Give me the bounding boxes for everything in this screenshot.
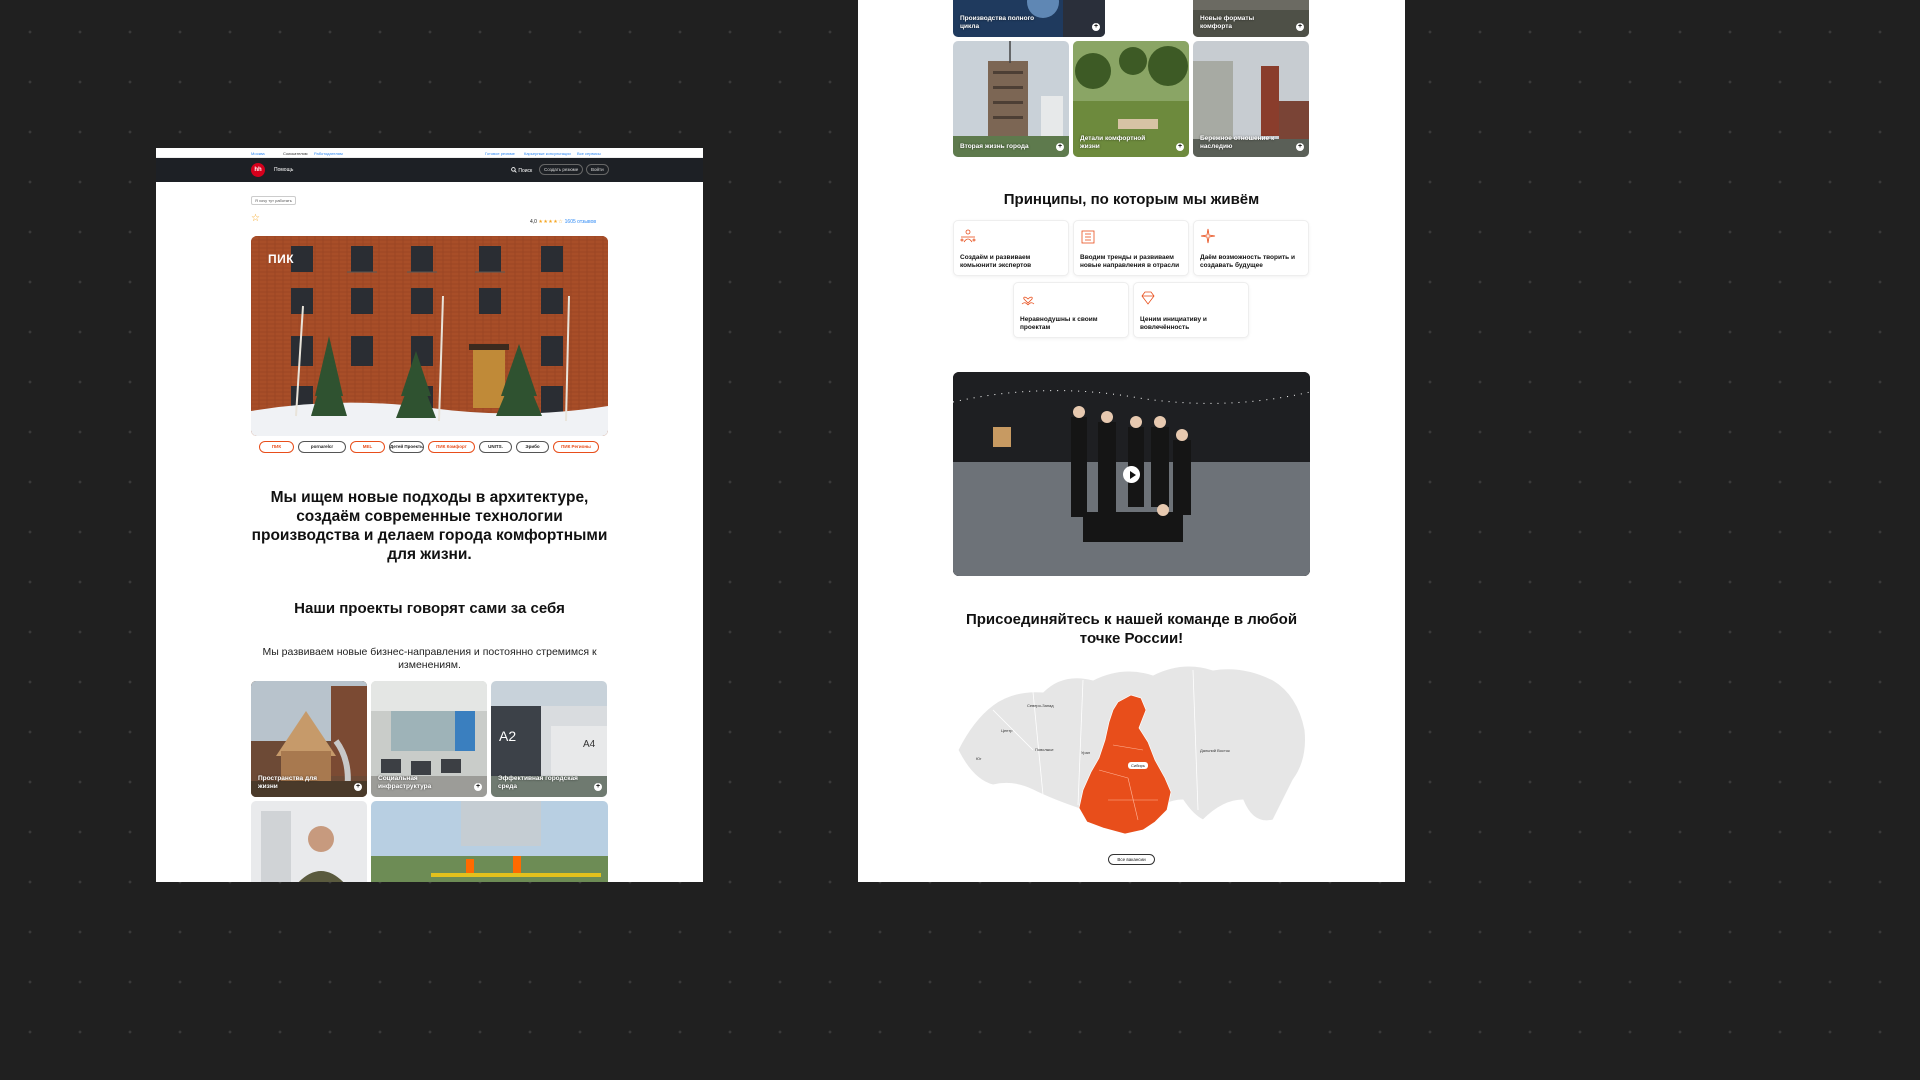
want-to-work-chip[interactable]: Я хочу тут работать bbox=[251, 196, 296, 205]
construction-workers-photo bbox=[371, 801, 608, 882]
project-card-label: Производства полного цикла bbox=[960, 15, 1035, 30]
map-region-label[interactable]: Поволжье bbox=[1035, 747, 1054, 752]
favorite-star-icon[interactable]: ☆ bbox=[251, 214, 260, 224]
principle-text: Создаём и развиваем комьюнити экспертов bbox=[960, 254, 1032, 269]
reviews-link[interactable]: 1605 отзывов bbox=[565, 219, 596, 225]
principle-text: Вводим тренды и развиваем новые направле… bbox=[1080, 254, 1180, 269]
sparkle-icon bbox=[1200, 228, 1216, 244]
project-card-label: Вторая жизнь города bbox=[960, 142, 1029, 150]
team-video[interactable] bbox=[953, 372, 1310, 576]
play-button[interactable] bbox=[1123, 466, 1140, 483]
building-icon bbox=[1081, 230, 1095, 244]
diamond-icon bbox=[1141, 291, 1155, 305]
brand-pill[interactable]: Детей Проекты bbox=[389, 441, 424, 453]
search-icon bbox=[511, 167, 517, 173]
principles-title: Принципы, по которым мы живём bbox=[1003, 191, 1260, 208]
top-bar: Москва Соискателям Работодателям Готовое… bbox=[156, 148, 703, 158]
plus-icon[interactable]: + bbox=[474, 783, 482, 791]
principle-card: Ценим инициативу и вовлечённость bbox=[1133, 282, 1249, 338]
brand-pill[interactable]: pornarelcr bbox=[298, 441, 346, 453]
login-button[interactable]: Войти bbox=[586, 164, 609, 175]
project-card-heritage[interactable]: Бережное отношение к наследию + bbox=[1193, 41, 1309, 157]
map-region-label[interactable]: Северо-Запад bbox=[1027, 703, 1054, 708]
project-card-social[interactable]: Социальная инфраструктура + bbox=[371, 681, 487, 797]
employers-link[interactable]: Работодателям bbox=[314, 151, 343, 156]
search-label: Поиск bbox=[518, 168, 533, 174]
company-page-top: Москва Соискателям Работодателям Готовое… bbox=[156, 148, 703, 882]
plus-icon[interactable]: + bbox=[1056, 143, 1064, 151]
brick-building-photo bbox=[251, 236, 608, 436]
plus-icon[interactable]: + bbox=[1092, 23, 1100, 31]
help-link[interactable]: Помощь bbox=[274, 167, 293, 173]
project-card-label: Социальная инфраструктура bbox=[378, 775, 432, 790]
project-card-urban[interactable]: A2 A4 Эффективная городская среда + bbox=[491, 681, 607, 797]
plus-icon[interactable]: + bbox=[594, 783, 602, 791]
main-navbar: hh Помощь Поиск Создать резюме Войти bbox=[156, 158, 703, 182]
map-region-label[interactable]: Урал bbox=[1081, 750, 1090, 755]
brand-pill[interactable]: UNITS. bbox=[479, 441, 512, 453]
job-seekers-link[interactable]: Соискателям bbox=[283, 151, 307, 156]
join-title: Присоединяйтесь к нашей команде в любой … bbox=[965, 611, 1298, 647]
company-rating: 4,0 ★★★★☆ 1605 отзывов bbox=[530, 219, 596, 225]
hero-image: ПИК bbox=[251, 236, 608, 436]
principle-card: Неравнодушны к своим проектам bbox=[1013, 282, 1129, 338]
project-card-details[interactable]: Детали комфортной жизни + bbox=[1073, 41, 1189, 157]
map-region-label[interactable]: Дальний Восток bbox=[1200, 748, 1230, 753]
search-button[interactable]: Поиск bbox=[511, 167, 532, 174]
people-network-icon bbox=[960, 229, 976, 243]
svg-text:A4: A4 bbox=[583, 739, 596, 750]
principle-text: Даём возможность творить и создавать буд… bbox=[1200, 254, 1295, 269]
ready-resume-link[interactable]: Готовое резюме bbox=[485, 151, 515, 156]
brand-pill[interactable]: Эрибо bbox=[516, 441, 549, 453]
map-active-region-badge[interactable]: Сибирь bbox=[1128, 762, 1148, 769]
project-card-production[interactable]: Производства полного цикла + bbox=[953, 0, 1105, 37]
project-card-construction bbox=[371, 801, 608, 882]
plus-icon[interactable]: + bbox=[1296, 23, 1304, 31]
brand-pill[interactable]: ПИК bbox=[259, 441, 294, 453]
mission-text: Мы ищем новые подходы в архитектуре, соз… bbox=[251, 489, 608, 563]
principle-text: Неравнодушны к своим проектам bbox=[1020, 316, 1098, 331]
brand-pill[interactable]: MEL bbox=[350, 441, 385, 453]
brand-pill[interactable]: ПИК Регионы bbox=[553, 441, 599, 453]
all-services-link[interactable]: Все сервисы bbox=[577, 151, 601, 156]
map-region-label[interactable]: Центр bbox=[1001, 728, 1012, 733]
project-card-label: Новые форматы комфорта bbox=[1200, 15, 1255, 30]
project-card-spaces[interactable]: Пространства для жизни + bbox=[251, 681, 367, 797]
project-card-second-life[interactable]: Вторая жизнь города + bbox=[953, 41, 1069, 157]
russia-map bbox=[957, 665, 1306, 835]
engineer-photo bbox=[251, 801, 367, 882]
principle-card: Даём возможность творить и создавать буд… bbox=[1193, 220, 1309, 276]
company-page-bottom: Производства полного цикла + Новые форма… bbox=[858, 0, 1405, 882]
hh-logo[interactable]: hh bbox=[251, 163, 265, 177]
brand-pills: ПИК pornarelcr MEL Детей Проекты ПИК Ком… bbox=[259, 441, 599, 453]
brand-pill[interactable]: ПИК Комфорт bbox=[428, 441, 475, 453]
city-link[interactable]: Москва bbox=[251, 151, 265, 156]
plus-icon[interactable]: + bbox=[1296, 143, 1304, 151]
all-vacancies-button[interactable]: Все вакансии bbox=[1108, 854, 1155, 865]
principle-card: Вводим тренды и развиваем новые направле… bbox=[1073, 220, 1189, 276]
hands-heart-icon bbox=[1021, 296, 1035, 306]
project-card-label: Детали комфортной жизни bbox=[1080, 135, 1146, 150]
principle-card: Создаём и развиваем комьюнити экспертов bbox=[953, 220, 1069, 276]
plus-icon[interactable]: + bbox=[354, 783, 362, 791]
principle-text: Ценим инициативу и вовлечённость bbox=[1140, 316, 1207, 331]
career-services-link[interactable]: Карьерные консультации bbox=[524, 151, 571, 156]
plus-icon[interactable]: + bbox=[1176, 143, 1184, 151]
projects-subtitle: Мы развиваем новые бизнес-направления и … bbox=[262, 646, 597, 671]
map-region-label[interactable]: Юг bbox=[976, 756, 982, 761]
project-card-label: Бережное отношение к наследию bbox=[1200, 135, 1275, 150]
rating-stars-icon: ★★★★☆ bbox=[538, 219, 564, 225]
rating-value: 4,0 bbox=[530, 219, 537, 225]
tower-construction-photo bbox=[953, 41, 1069, 157]
russia-regions-map[interactable]: Северо-Запад Центр Поволжье Урал Юг Сиби… bbox=[953, 650, 1310, 855]
project-card-comfort[interactable]: Новые форматы комфорта + bbox=[1193, 0, 1309, 37]
create-resume-button[interactable]: Создать резюме bbox=[539, 164, 584, 175]
pik-hero-logo: ПИК bbox=[268, 252, 295, 266]
svg-text:A2: A2 bbox=[499, 728, 516, 744]
project-card-label: Эффективная городская среда bbox=[498, 775, 578, 790]
project-card-person bbox=[251, 801, 367, 882]
projects-title: Наши проекты говорят сами за себя bbox=[294, 600, 565, 617]
project-card-label: Пространства для жизни bbox=[258, 775, 318, 790]
